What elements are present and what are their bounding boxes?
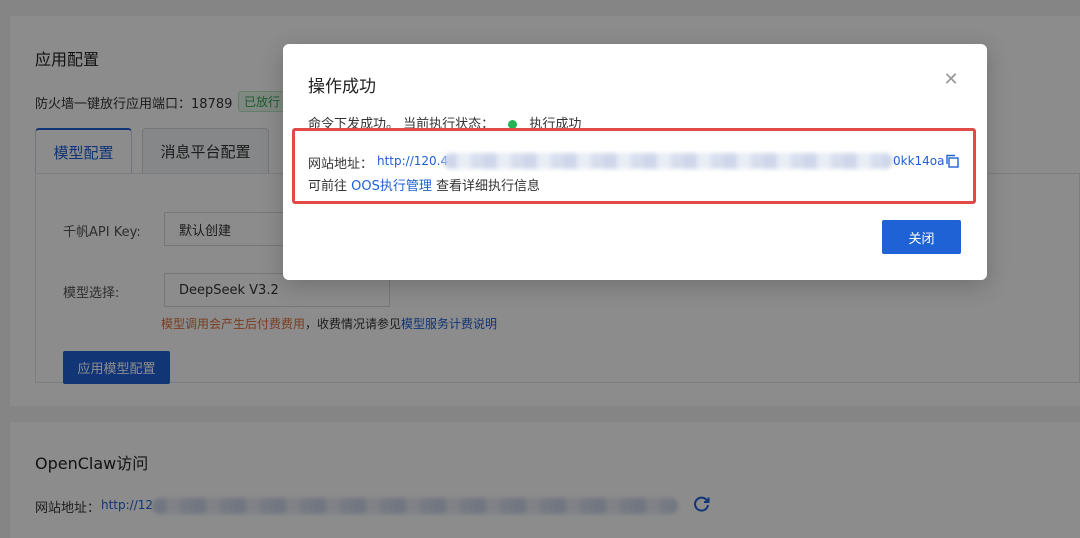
dialog-title: 操作成功 — [308, 77, 376, 97]
oos-execution-link[interactable]: OOS执行管理 — [351, 179, 432, 194]
dialog-url-label: 网站地址： — [308, 157, 374, 172]
close-dialog-button[interactable]: 关闭 — [882, 220, 961, 254]
dialog-url-suffix[interactable]: 0kk14oa — [893, 154, 945, 168]
copy-icon[interactable] — [945, 154, 959, 168]
dialog-url-redacted — [443, 153, 893, 169]
close-icon[interactable]: ✕ — [943, 71, 959, 89]
page: 应用配置 防火墙一键放行应用端口：18789 已放行 模型配置 消息平台配置 千… — [0, 0, 1080, 538]
success-dialog: 操作成功 ✕ 命令下发成功。 当前执行状态： 执行成功 网站地址： http:/… — [283, 44, 987, 280]
oos-suffix-text: 查看详细执行信息 — [431, 179, 540, 194]
dialog-url-link[interactable]: http://120.4 — [377, 154, 448, 168]
close-dialog-label: 关闭 — [908, 231, 935, 247]
oos-prefix-text: 可前往 — [308, 179, 352, 194]
oos-info-row: 可前往 OOS执行管理 查看详细执行信息 — [308, 175, 540, 194]
